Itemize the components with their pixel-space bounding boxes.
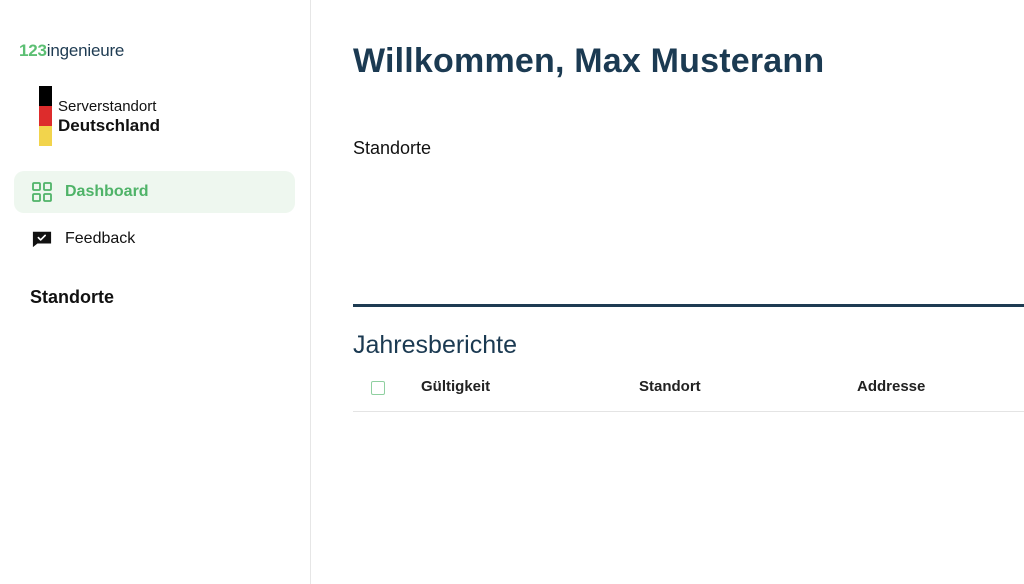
page-title: Willkommen, Max Musterann bbox=[353, 42, 825, 80]
reports-table-header: Gültigkeit Standort Addresse bbox=[353, 366, 1024, 412]
sidebar-item-label: Dashboard bbox=[65, 183, 149, 200]
brand-number: 123 bbox=[19, 41, 47, 60]
grid-icon bbox=[32, 182, 52, 202]
badge-line1: Serverstandort bbox=[58, 98, 157, 115]
german-flag-icon bbox=[39, 86, 52, 146]
reports-title: Jahresberichte bbox=[353, 331, 517, 359]
sidebar-item-label: Feedback bbox=[65, 230, 136, 247]
app: 123ingenieure Serverstandort Deutschland… bbox=[0, 0, 1024, 584]
brand-word: ingenieure bbox=[46, 41, 125, 60]
feedback-icon bbox=[32, 229, 52, 249]
sidebar-section-title: Standorte bbox=[30, 287, 115, 307]
server-location-badge: Serverstandort Deutschland bbox=[39, 86, 179, 146]
sidebar: 123ingenieure Serverstandort Deutschland… bbox=[0, 0, 311, 584]
sidebar-item-feedback[interactable]: Feedback bbox=[14, 218, 295, 260]
brand-logo[interactable]: 123ingenieure bbox=[19, 41, 124, 61]
column-header-location[interactable]: Standort bbox=[639, 378, 701, 395]
main-content: Willkommen, Max Musterann Standorte Jahr… bbox=[311, 0, 1024, 584]
sidebar-item-dashboard[interactable]: Dashboard bbox=[14, 171, 295, 213]
standorte-heading: Standorte bbox=[353, 138, 432, 158]
select-all-checkbox[interactable] bbox=[371, 381, 385, 395]
section-divider bbox=[353, 304, 1024, 307]
column-header-address[interactable]: Addresse bbox=[857, 378, 925, 395]
column-header-validity[interactable]: Gültigkeit bbox=[421, 378, 490, 395]
badge-line2: Deutschland bbox=[58, 116, 161, 135]
